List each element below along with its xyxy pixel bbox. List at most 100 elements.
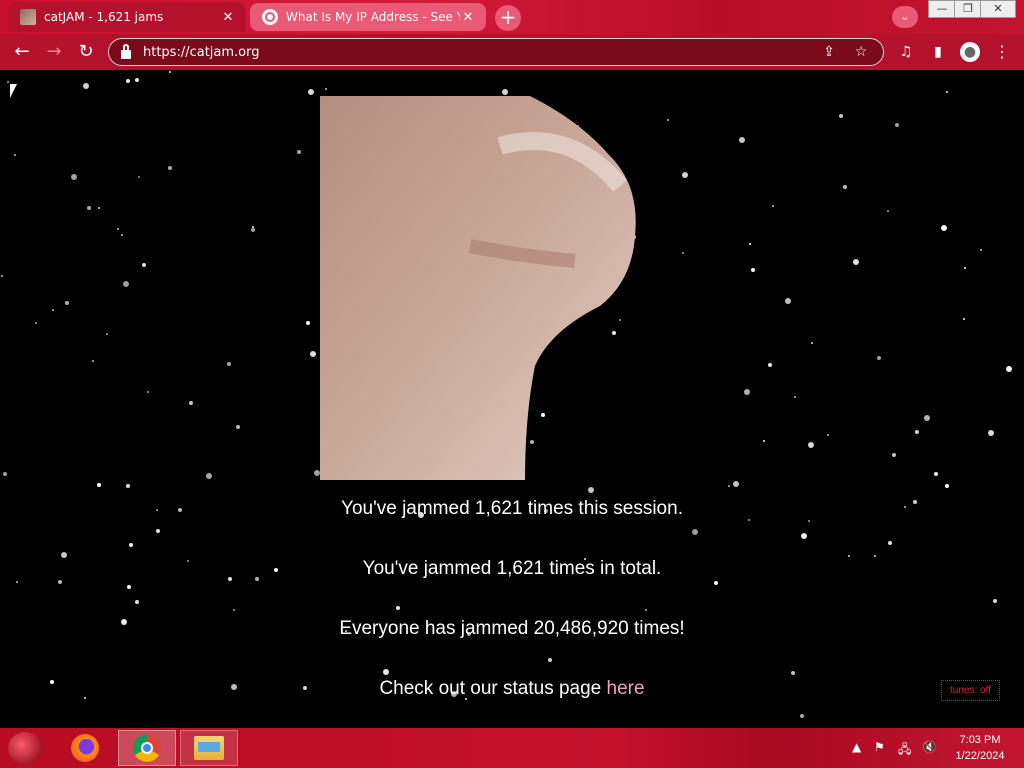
star-particle <box>35 322 37 324</box>
star-particle <box>915 430 919 434</box>
close-window-button[interactable]: ✕ <box>980 0 1016 18</box>
close-tab-icon[interactable]: ✕ <box>220 10 236 25</box>
star-particle <box>92 360 94 362</box>
star-particle <box>1006 366 1012 372</box>
star-particle <box>58 580 62 584</box>
star-particle <box>16 581 18 583</box>
global-jams-text: Everyone has jammed 20,486,920 times! <box>339 618 685 639</box>
star-particle <box>751 268 755 272</box>
tab-search-button[interactable]: ⌄ <box>892 6 918 28</box>
star-particle <box>310 351 316 357</box>
star-particle <box>877 356 881 360</box>
star-particle <box>843 185 847 189</box>
total-jams-text: You've jammed 1,621 times in total. <box>362 558 662 579</box>
star-particle <box>763 440 765 442</box>
star-particle <box>808 520 810 522</box>
tab-strip: catJAM - 1,621 jams ✕ What Is My IP Addr… <box>0 0 1024 34</box>
star-particle <box>156 529 160 533</box>
star-particle <box>645 609 647 611</box>
status-page-link[interactable]: here <box>607 678 645 699</box>
star-particle <box>946 91 948 93</box>
star-particle <box>801 533 807 539</box>
firefox-icon <box>71 734 99 762</box>
star-particle <box>3 472 7 476</box>
star-particle <box>14 154 16 156</box>
browser-menu-icon[interactable]: ⋮ <box>992 42 1012 62</box>
star-particle <box>1 275 3 277</box>
star-particle <box>502 89 508 95</box>
star-particle <box>548 658 552 662</box>
show-hidden-icons-icon[interactable]: ▲ <box>852 740 861 754</box>
tab-catjam[interactable]: catJAM - 1,621 jams ✕ <box>8 2 246 32</box>
forward-button[interactable]: → <box>42 41 66 63</box>
star-particle <box>251 228 255 232</box>
status-prefix: Check out our status page <box>379 678 607 699</box>
star-particle <box>728 485 730 487</box>
star-particle <box>325 88 327 90</box>
start-button[interactable] <box>8 732 42 764</box>
star-particle <box>811 342 813 344</box>
taskbar-file-explorer[interactable] <box>180 730 238 766</box>
close-tab-icon[interactable]: ✕ <box>460 10 476 25</box>
reload-button[interactable]: ↻ <box>74 41 98 63</box>
url-text[interactable]: https://catjam.org <box>143 45 807 60</box>
star-particle <box>71 174 77 180</box>
star-particle <box>308 89 314 95</box>
profile-avatar-icon[interactable]: ● <box>960 42 980 62</box>
star-particle <box>588 487 594 493</box>
system-clock[interactable]: 7:03 PM 1/22/2024 <box>950 732 1010 764</box>
clock-date: 1/22/2024 <box>955 750 1005 762</box>
star-particle <box>941 225 947 231</box>
star-particle <box>892 453 896 457</box>
taskbar: ▲ ⚑ 🖧 🔇 7:03 PM 1/22/2024 <box>0 728 1024 768</box>
star-particle <box>848 555 850 557</box>
star-particle <box>874 555 876 557</box>
star-particle <box>682 252 684 254</box>
star-particle <box>749 243 751 245</box>
taskbar-firefox[interactable] <box>56 730 114 766</box>
star-particle <box>97 483 101 487</box>
media-control-icon[interactable]: ♫ <box>896 42 916 62</box>
side-panel-icon[interactable]: ▮ <box>928 42 948 62</box>
bookmark-star-icon[interactable]: ☆ <box>851 44 871 60</box>
new-tab-button[interactable]: + <box>495 5 521 31</box>
star-particle <box>794 396 796 398</box>
star-particle <box>252 226 254 228</box>
tab-ip-address[interactable]: What Is My IP Address - See Your ✕ <box>250 3 486 31</box>
star-particle <box>739 137 745 143</box>
volume-muted-icon[interactable]: 🔇 <box>922 740 937 754</box>
address-bar[interactable]: https://catjam.org ⇪ ☆ <box>108 38 884 66</box>
star-particle <box>993 599 997 603</box>
star-particle <box>791 671 795 675</box>
taskbar-chrome[interactable] <box>118 730 176 766</box>
maximize-button[interactable]: ❐ <box>954 0 982 18</box>
star-particle <box>98 207 100 209</box>
star-particle <box>52 309 54 311</box>
star-particle <box>135 600 139 604</box>
catjam-cat-image <box>320 96 636 480</box>
star-particle <box>714 581 718 585</box>
globe-favicon-icon <box>262 9 278 25</box>
star-particle <box>135 78 139 82</box>
star-particle <box>924 415 930 421</box>
clock-time: 7:03 PM <box>959 734 1001 746</box>
star-particle <box>106 333 108 335</box>
session-jams-text: You've jammed 1,621 times this session. <box>341 498 683 519</box>
star-particle <box>667 119 669 121</box>
action-center-flag-icon[interactable]: ⚑ <box>874 740 885 754</box>
star-particle <box>65 301 69 305</box>
tunes-toggle-button[interactable]: tunes: off <box>941 680 1000 701</box>
star-particle <box>169 71 171 73</box>
star-particle <box>733 481 739 487</box>
minimize-button[interactable]: — <box>928 0 956 18</box>
star-particle <box>87 206 91 210</box>
star-particle <box>7 81 9 83</box>
star-particle <box>138 176 140 178</box>
star-particle <box>142 263 146 267</box>
share-icon[interactable]: ⇪ <box>819 44 839 60</box>
back-button[interactable]: ← <box>10 41 34 63</box>
star-particle <box>682 172 688 178</box>
network-icon[interactable]: 🖧 <box>898 740 911 761</box>
lock-icon[interactable] <box>121 43 131 59</box>
mouse-pointer-icon <box>10 84 17 98</box>
